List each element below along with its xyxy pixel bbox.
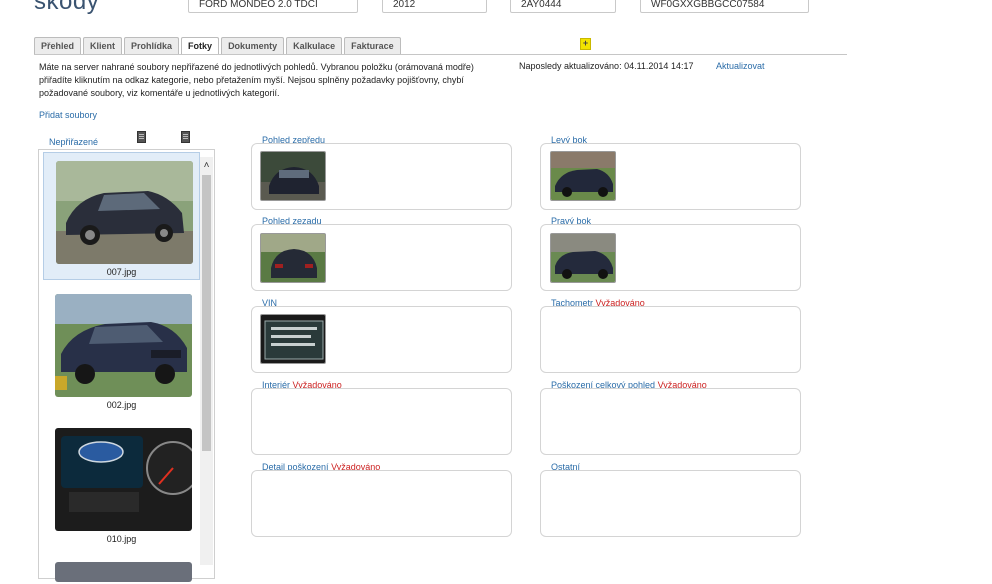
dashboard-photo-thumbnail bbox=[55, 428, 192, 531]
left-side-photo[interactable] bbox=[550, 151, 616, 201]
chevron-up-icon[interactable]: ˄ bbox=[200, 157, 213, 175]
tab-klient[interactable]: Klient bbox=[83, 37, 123, 54]
car-photo-thumbnail bbox=[55, 294, 192, 397]
last-updated: Naposledy aktualizováno: 04.11.2014 14:1… bbox=[519, 61, 694, 71]
photo-thumbnail bbox=[55, 562, 192, 582]
add-note-icon[interactable]: + bbox=[580, 38, 591, 50]
right-side-photo[interactable] bbox=[550, 233, 616, 283]
tab-divider bbox=[34, 54, 847, 55]
unassigned-file-list: 007.jpg 002.jpg 010.jpg bbox=[38, 149, 215, 582]
vehicle-vin-field: WF0GXXGBBGCC07584 bbox=[640, 0, 809, 13]
tab-bar: Přehled Klient Prohlídka Fotky Dokumenty… bbox=[34, 37, 401, 55]
update-link[interactable]: Aktualizovat bbox=[716, 61, 765, 71]
add-files-link[interactable]: Přidat soubory bbox=[39, 110, 97, 120]
file-name: 007.jpg bbox=[106, 267, 137, 277]
category-other-box[interactable] bbox=[540, 470, 801, 537]
category-front-box[interactable] bbox=[251, 143, 512, 210]
car-photo-thumbnail bbox=[56, 161, 193, 264]
file-name: 002.jpg bbox=[106, 400, 137, 410]
tab-fotky[interactable]: Fotky bbox=[181, 37, 220, 55]
category-damage-detail-box[interactable] bbox=[251, 470, 512, 537]
category-left-box[interactable] bbox=[540, 143, 801, 210]
file-name: 010.jpg bbox=[106, 534, 137, 544]
vehicle-plate-field: 2AY0444 bbox=[510, 0, 616, 13]
category-rear-box[interactable] bbox=[251, 224, 512, 291]
tab-dokumenty[interactable]: Dokumenty bbox=[221, 37, 285, 54]
category-interior-box[interactable] bbox=[251, 388, 512, 455]
file-item-007[interactable]: 007.jpg bbox=[43, 152, 200, 280]
category-right-box[interactable] bbox=[540, 224, 801, 291]
vehicle-year-field: 2012 bbox=[382, 0, 487, 13]
front-view-photo[interactable] bbox=[260, 151, 326, 201]
file-item-002[interactable]: 002.jpg bbox=[43, 286, 200, 414]
info-message: Máte na server nahrané soubory nepřiřaze… bbox=[39, 62, 474, 98]
tab-prehled[interactable]: Přehled bbox=[34, 37, 82, 54]
scroll-thumb[interactable] bbox=[202, 175, 211, 451]
vin-photo[interactable] bbox=[260, 314, 326, 364]
tab-fakturace[interactable]: Fakturace bbox=[344, 37, 401, 54]
unassigned-label[interactable]: Nepřiřazené bbox=[49, 137, 98, 147]
vehicle-model-field: FORD MONDEO 2.0 TDCI bbox=[188, 0, 358, 13]
delete-icon[interactable] bbox=[181, 131, 190, 143]
file-item-partial[interactable] bbox=[43, 554, 200, 584]
document-icon[interactable] bbox=[137, 131, 146, 143]
category-odometer-box[interactable] bbox=[540, 306, 801, 373]
tab-kalkulace[interactable]: Kalkulace bbox=[286, 37, 343, 54]
category-damage-overall-box[interactable] bbox=[540, 388, 801, 455]
file-item-010[interactable]: 010.jpg bbox=[43, 420, 200, 548]
app-title: škody bbox=[34, 0, 100, 15]
category-vin-box[interactable] bbox=[251, 306, 512, 373]
tab-prohlidka[interactable]: Prohlídka bbox=[124, 37, 180, 54]
rear-view-photo[interactable] bbox=[260, 233, 326, 283]
